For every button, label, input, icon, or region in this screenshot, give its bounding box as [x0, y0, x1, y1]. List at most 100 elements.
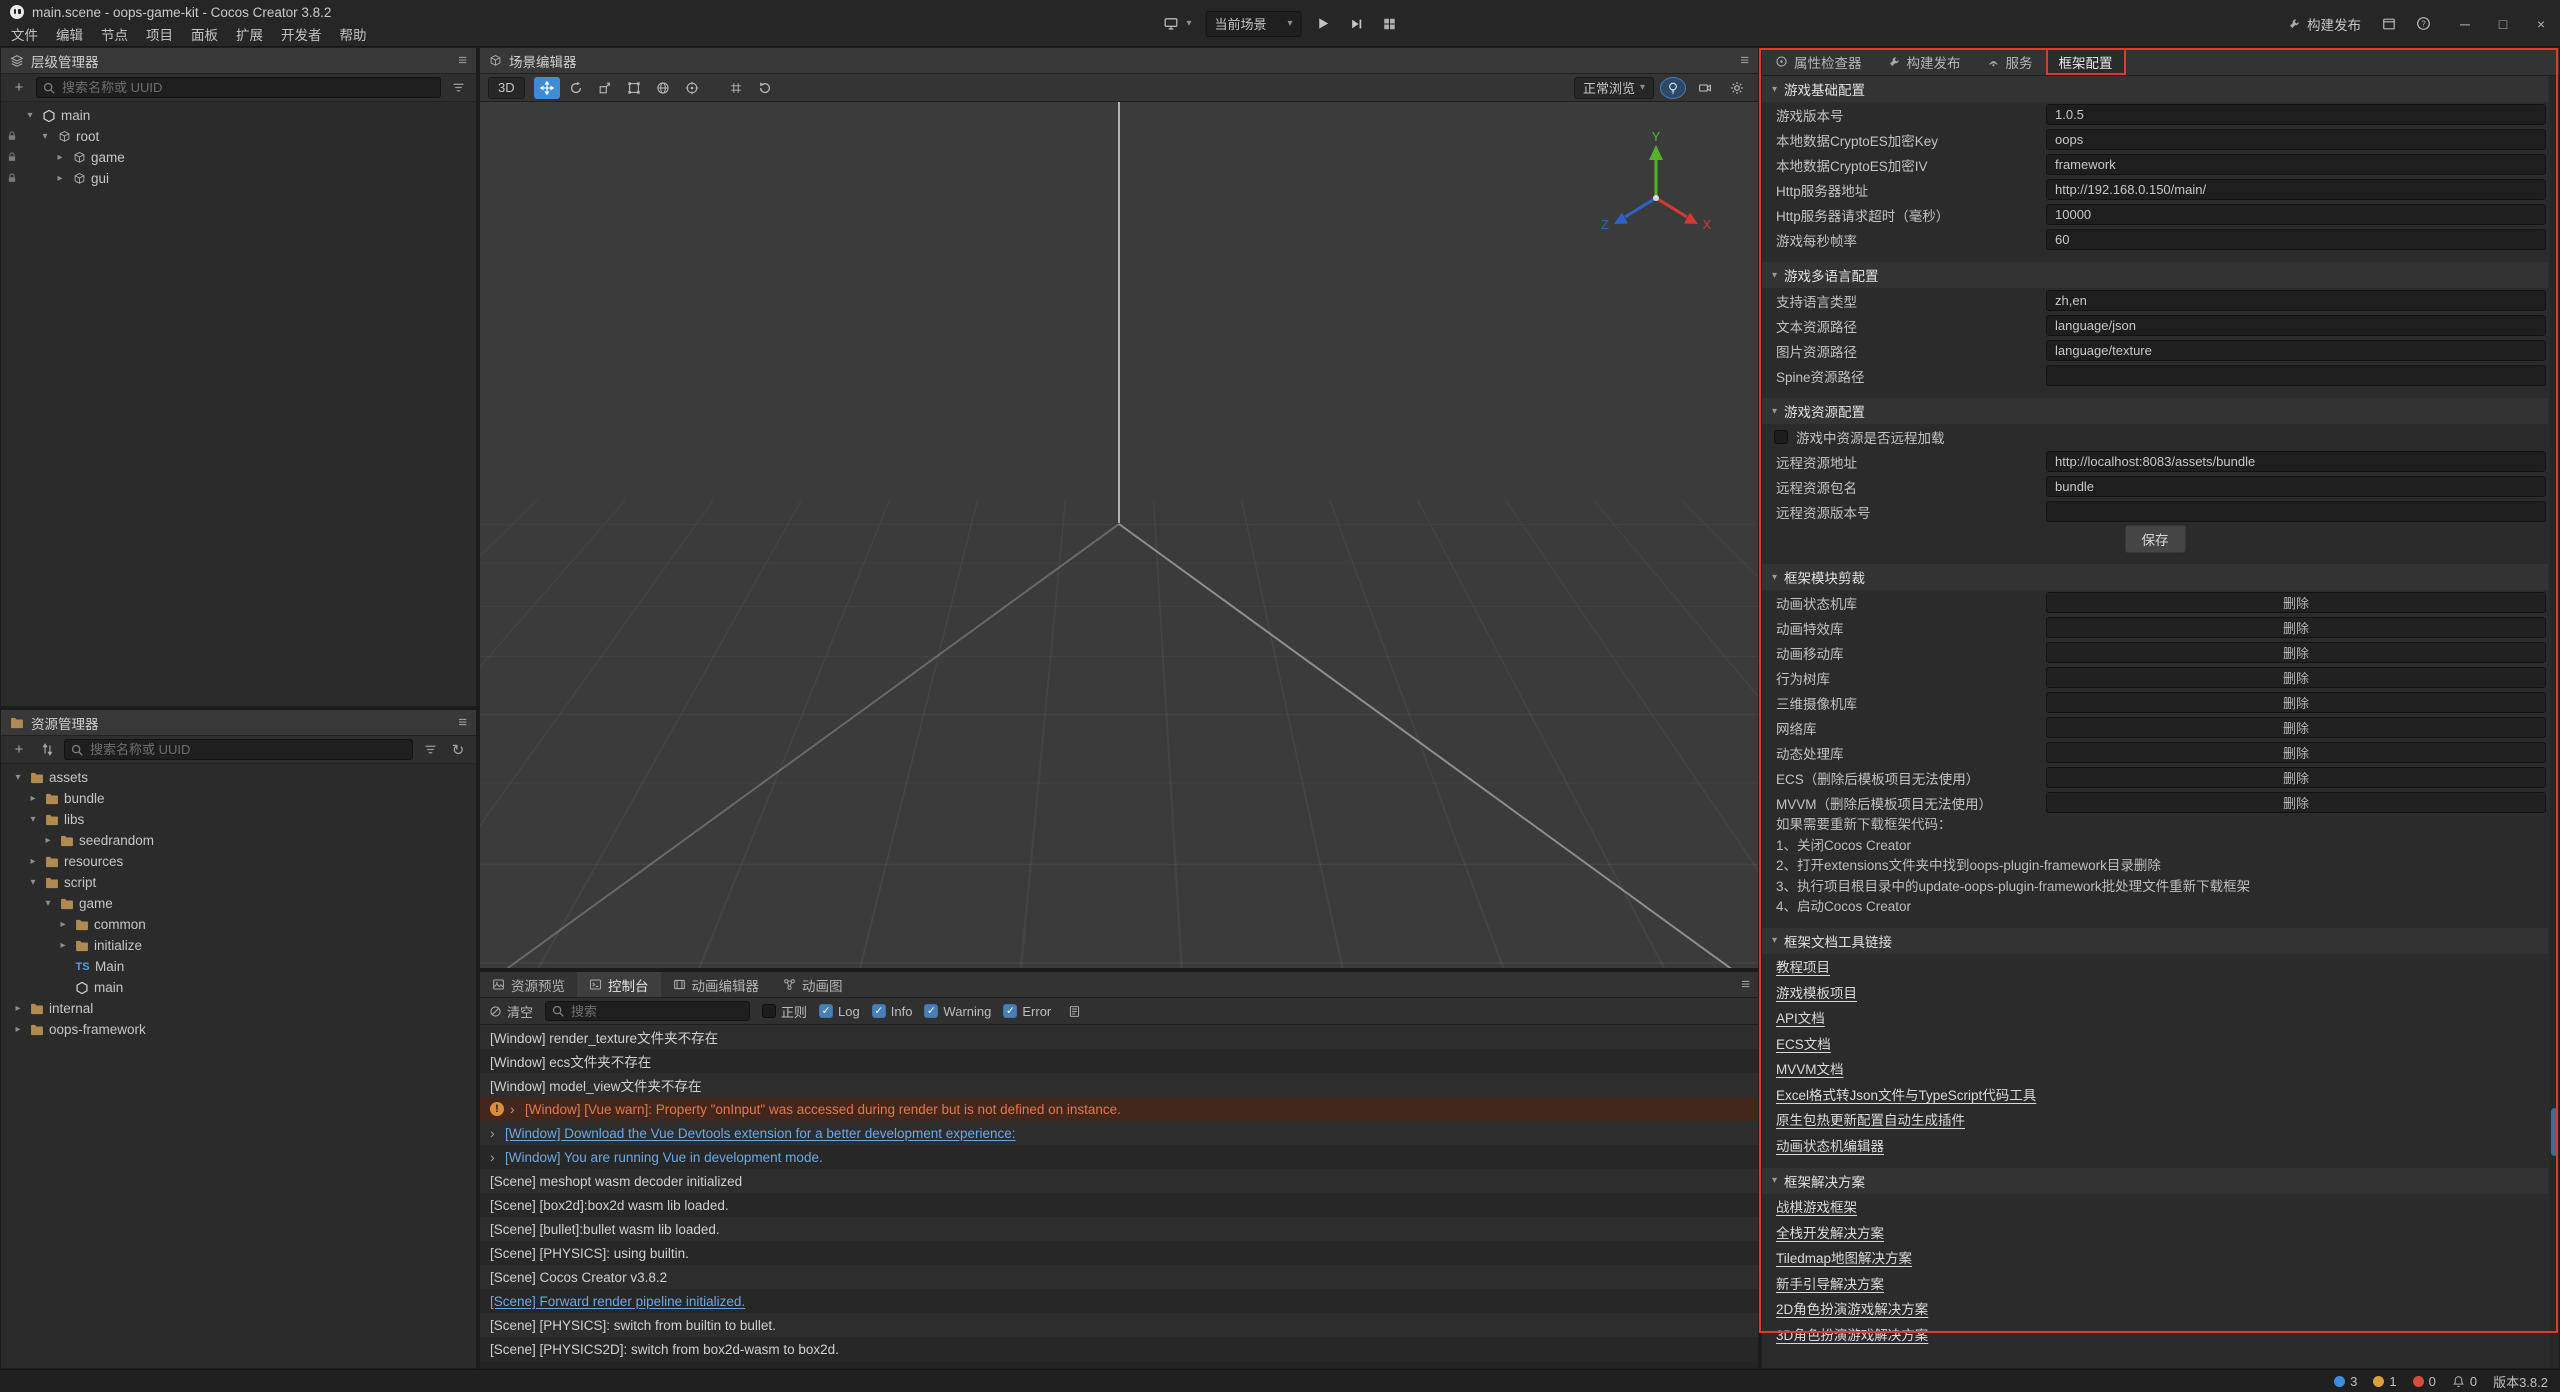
tree-row[interactable]: ▾game — [1, 893, 476, 914]
chevron-right-icon[interactable]: ▸ — [53, 152, 67, 163]
doc-link[interactable]: 动画状态机编辑器 — [1776, 1135, 1884, 1155]
console-tab[interactable]: 动画编辑器 — [661, 972, 772, 997]
text-input[interactable] — [2046, 204, 2546, 225]
play-button[interactable] — [1311, 13, 1336, 34]
regex-toggle[interactable]: 正则 — [762, 1002, 807, 1021]
build-publish-button[interactable]: 构建发布 — [2288, 14, 2361, 34]
console-log-row[interactable]: [Scene] Forward render pipeline initiali… — [480, 1289, 1758, 1313]
rotate-tool-button[interactable] — [563, 77, 589, 99]
section-header[interactable]: ▾游戏多语言配置 — [1762, 262, 2548, 288]
add-asset-button[interactable]: + — [8, 740, 30, 760]
scene-settings-button[interactable] — [1724, 77, 1750, 99]
scrollbar-thumb[interactable] — [2551, 1108, 2558, 1156]
step-button[interactable] — [1345, 14, 1369, 34]
doc-link[interactable]: API文档 — [1776, 1007, 1825, 1027]
filter-icon[interactable] — [447, 78, 469, 98]
minimize-button[interactable]: ─ — [2446, 0, 2484, 47]
panel-menu-icon[interactable]: ≡ — [1740, 53, 1749, 68]
text-input[interactable] — [2046, 179, 2546, 200]
filter-warning[interactable]: ✓Warning — [924, 1004, 991, 1019]
console-log-row[interactable]: [Scene] Cocos Creator v3.8.2 — [480, 1265, 1758, 1289]
chevron-right-icon[interactable]: ▸ — [11, 1003, 25, 1014]
section-header[interactable]: ▾游戏资源配置 — [1762, 398, 2548, 424]
filter-log[interactable]: ✓Log — [819, 1004, 860, 1019]
chevron-down-icon[interactable]: ▾ — [26, 814, 40, 825]
doc-link[interactable]: 教程项目 — [1776, 956, 1830, 976]
chevron-right-icon[interactable]: ▸ — [41, 835, 55, 846]
console-log-row[interactable]: [Scene] [PHYSICS]: using builtin. — [480, 1241, 1758, 1265]
clear-console-button[interactable]: 清空 — [489, 1002, 533, 1021]
notification-count[interactable]: 0 — [2452, 1374, 2477, 1389]
doc-link[interactable]: Tiledmap地图解决方案 — [1776, 1247, 1912, 1267]
close-button[interactable]: × — [2522, 0, 2560, 47]
checkbox[interactable]: ✓ — [924, 1004, 938, 1018]
console-log-row[interactable]: [Window] model_view文件夹不存在 — [480, 1073, 1758, 1097]
chevron-right-icon[interactable]: ▸ — [53, 173, 67, 184]
sort-icon[interactable] — [36, 740, 58, 760]
chevron-down-icon[interactable]: ▾ — [23, 110, 37, 121]
doc-link[interactable]: ECS文档 — [1776, 1033, 1831, 1053]
delete-module-button[interactable]: 删除 — [2046, 717, 2546, 738]
text-input[interactable] — [2046, 290, 2546, 311]
doc-link[interactable]: 2D角色扮演游戏解决方案 — [1776, 1298, 1928, 1318]
text-input[interactable] — [2046, 340, 2546, 361]
inspector-tab[interactable]: 属性检查器 — [1762, 48, 1875, 75]
console-tab[interactable]: 动画图 — [771, 972, 855, 997]
view-mode-select[interactable]: 正常浏览 ▾ — [1574, 77, 1654, 99]
info-count[interactable]: 3 — [2334, 1374, 2357, 1389]
expand-icon[interactable]: › — [490, 1126, 499, 1140]
console-log-row[interactable]: [Scene] [PHYSICS]: switch from builtin t… — [480, 1313, 1758, 1337]
menu-item[interactable]: 开发者 — [272, 24, 331, 47]
panel-menu-icon[interactable]: ≡ — [458, 53, 467, 68]
checkbox[interactable]: ✓ — [1003, 1004, 1017, 1018]
doc-link[interactable]: 新手引导解决方案 — [1776, 1273, 1884, 1293]
add-node-button[interactable]: + — [8, 78, 30, 98]
doc-link[interactable]: 全栈开发解决方案 — [1776, 1222, 1884, 1242]
reset-view-button[interactable] — [752, 77, 778, 99]
text-input[interactable] — [2046, 129, 2546, 150]
layout-button[interactable] — [1378, 14, 1402, 34]
inspector-tab[interactable]: 构建发布 — [1875, 48, 1974, 75]
tree-row[interactable]: ▸bundle — [1, 788, 476, 809]
menu-item[interactable]: 项目 — [137, 24, 182, 47]
error-count[interactable]: 0 — [2413, 1374, 2436, 1389]
text-input[interactable] — [2046, 104, 2546, 125]
refresh-icon[interactable]: ↻ — [447, 740, 469, 760]
section-header[interactable]: ▾框架解决方案 — [1762, 1168, 2548, 1194]
chevron-right-icon[interactable]: ▸ — [56, 940, 70, 951]
app-window-button[interactable] — [2377, 14, 2401, 34]
text-input[interactable] — [2046, 451, 2546, 472]
tree-row[interactable]: ▸game — [1, 147, 476, 168]
menu-item[interactable]: 扩展 — [227, 24, 272, 47]
console-log-row[interactable]: ›[Window] Download the Vue Devtools exte… — [480, 1121, 1758, 1145]
chevron-down-icon[interactable]: ▾ — [11, 772, 25, 783]
lighting-toggle-button[interactable] — [1660, 77, 1686, 99]
rect-tool-button[interactable] — [621, 77, 647, 99]
delete-module-button[interactable]: 删除 — [2046, 617, 2546, 638]
section-header[interactable]: ▾框架文档工具链接 — [1762, 928, 2548, 954]
inspector-tab[interactable]: 服务 — [1974, 48, 2046, 75]
save-button[interactable]: 保存 — [2125, 525, 2186, 553]
chevron-down-icon[interactable]: ▾ — [38, 131, 52, 142]
doc-link[interactable]: 原生包热更新配置自动生成插件 — [1776, 1109, 1965, 1129]
scale-tool-button[interactable] — [592, 77, 618, 99]
delete-module-button[interactable]: 删除 — [2046, 742, 2546, 763]
delete-module-button[interactable]: 删除 — [2046, 592, 2546, 613]
maximize-button[interactable]: □ — [2484, 0, 2522, 47]
expand-icon[interactable]: › — [490, 1150, 499, 1164]
doc-link[interactable]: 游戏模板项目 — [1776, 982, 1857, 1002]
tree-row[interactable]: ▾root — [1, 126, 476, 147]
filter-error[interactable]: ✓Error — [1003, 1004, 1051, 1019]
scrollbar[interactable] — [2550, 76, 2559, 1368]
tree-row[interactable]: ▸gui — [1, 168, 476, 189]
export-log-icon[interactable] — [1063, 1001, 1085, 1021]
text-input[interactable] — [2046, 501, 2546, 522]
chevron-right-icon[interactable]: ▸ — [56, 919, 70, 930]
tree-row[interactable]: ▸resources — [1, 851, 476, 872]
text-input[interactable] — [2046, 154, 2546, 175]
tree-row[interactable]: ▾script — [1, 872, 476, 893]
regex-checkbox[interactable] — [762, 1004, 776, 1018]
console-log-row[interactable]: [Scene] [box2d]:box2d wasm lib loaded. — [480, 1193, 1758, 1217]
tree-row[interactable]: ▸common — [1, 914, 476, 935]
pivot-button[interactable] — [679, 77, 705, 99]
